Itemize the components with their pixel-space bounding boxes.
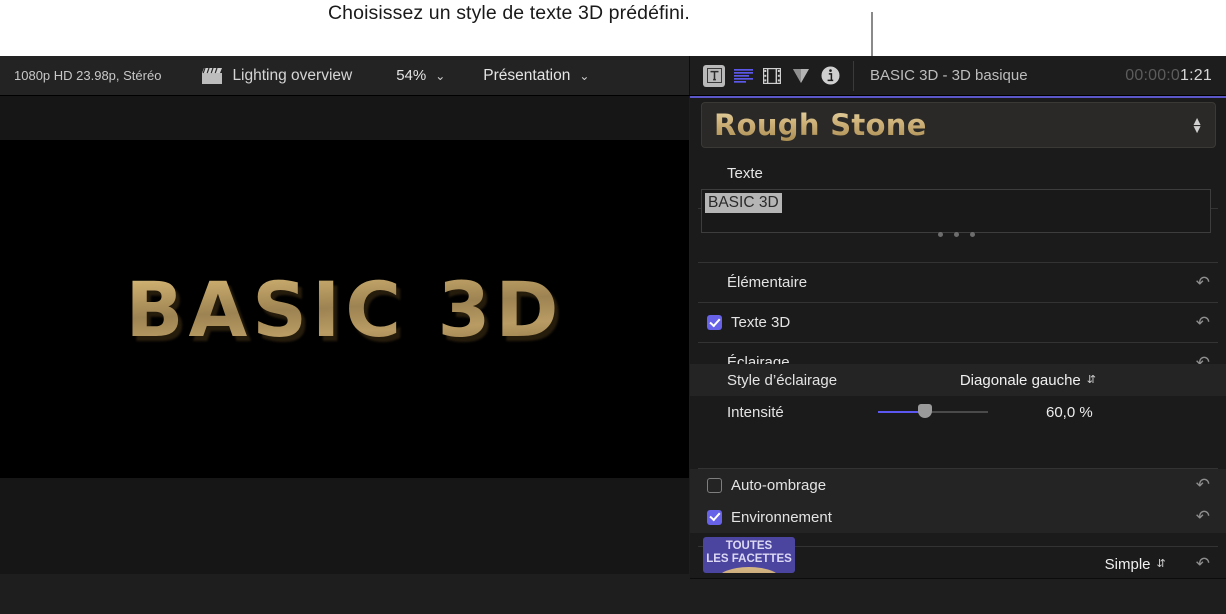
project-name[interactable]: Lighting overview	[232, 67, 352, 85]
callout-band: Choisissez un style de texte 3D prédéfin…	[0, 0, 1226, 56]
row-label-environnement: Environnement	[731, 509, 832, 526]
text-style-preset-popup[interactable]: Rough Stone ▲▼	[701, 102, 1216, 148]
text-pager-dots[interactable]	[938, 232, 975, 237]
row-label-elementaire: Élémentaire	[727, 274, 807, 291]
viewer-canvas[interactable]: BASIC 3D	[0, 140, 689, 478]
row-texte-3d[interactable]: Texte 3D ↶	[690, 303, 1226, 342]
app-window: 1080p HD 23.98p, Stéréo Lighting overvie…	[0, 56, 1226, 614]
rendered-3d-text-value: BASIC 3D	[126, 265, 564, 354]
popup-materiau-value: Simple	[1105, 556, 1151, 573]
viewer-panel: BASIC 3D ⌄	[0, 96, 689, 574]
inspector-accent-line	[690, 96, 1226, 98]
text-input-field[interactable]: BASIC 3D	[701, 189, 1211, 233]
generator-inspector-icon[interactable]	[732, 65, 754, 87]
slider-knob[interactable]	[918, 404, 932, 418]
text-input-value: BASIC 3D	[705, 193, 782, 213]
popup-style-eclairage-value: Diagonale gauche	[960, 372, 1081, 389]
color-inspector-icon[interactable]	[790, 65, 812, 87]
popup-style-eclairage[interactable]: Diagonale gauche ⇵	[960, 372, 1096, 389]
popup-materiau[interactable]: Simple ⇵	[1105, 556, 1166, 573]
chevron-down-icon[interactable]: ⌄	[435, 69, 445, 83]
viewer-top-bar: 1080p HD 23.98p, Stéréo Lighting overvie…	[0, 56, 689, 95]
row-intensite[interactable]: Intensité 60,0 %	[690, 396, 1226, 428]
clip-format-info: 1080p HD 23.98p, Stéréo	[14, 68, 161, 83]
inspector-top-bar: BASIC 3D - 3D basique 00:00:01:21	[690, 56, 1226, 95]
checkbox-environnement[interactable]	[707, 510, 722, 525]
stepper-up-down-icon[interactable]: ▲▼	[1191, 117, 1203, 133]
video-inspector-icon[interactable]	[761, 65, 783, 87]
slider-track[interactable]	[878, 411, 988, 413]
stepper-up-down-icon[interactable]: ⇵	[1157, 559, 1166, 570]
row-label-auto-ombrage: Auto-ombrage	[731, 477, 826, 494]
slider-intensite[interactable]	[878, 396, 988, 428]
preset-name: Rough Stone	[714, 108, 927, 142]
clapperboard-icon	[201, 67, 223, 85]
row-auto-ombrage[interactable]: Auto-ombrage ↶	[690, 469, 1226, 501]
reset-arrow-icon[interactable]: ↶	[1196, 313, 1210, 333]
inspector-timecode-dim: 00:00:0	[1125, 67, 1180, 84]
inspector-clip-title: BASIC 3D - 3D basique	[870, 67, 1028, 84]
inspector-toolbar-divider	[853, 61, 854, 91]
inspector-timecode: 00:00:01:21	[1125, 67, 1212, 85]
row-label-texte-3d: Texte 3D	[731, 314, 790, 331]
inspector-tab-strip	[703, 65, 841, 87]
inspector-bottom-strip	[690, 578, 1226, 614]
row-label-intensite: Intensité	[727, 404, 784, 421]
facet-preset-caption: TOUTES LES FACETTES	[703, 540, 795, 566]
top-bar: 1080p HD 23.98p, Stéréo Lighting overvie…	[0, 56, 1226, 96]
rendered-3d-text: BASIC 3D	[0, 140, 689, 478]
facet-preset-thumbnail	[717, 567, 781, 573]
chevron-down-icon[interactable]: ⌄	[579, 69, 589, 83]
value-intensite[interactable]: 60,0 %	[1046, 396, 1093, 428]
text-field-label: Texte	[727, 165, 763, 182]
inspector-timecode-lit: 1:21	[1180, 67, 1212, 84]
row-elementaire[interactable]: Élémentaire ↶	[690, 263, 1226, 302]
zoom-level-value[interactable]: 54%	[396, 67, 426, 84]
facet-preset-line1: TOUTES	[703, 540, 795, 553]
info-inspector-icon[interactable]	[819, 65, 841, 87]
row-label-style-eclairage: Style d’éclairage	[727, 372, 837, 389]
reset-arrow-icon[interactable]: ↶	[1196, 475, 1210, 495]
callout-text: Choisissez un style de texte 3D prédéfin…	[328, 2, 690, 25]
row-style-eclairage[interactable]: Style d’éclairage Diagonale gauche ⇵	[690, 364, 1226, 396]
row-environnement[interactable]: Environnement ↶	[690, 501, 1226, 533]
stepper-up-down-icon[interactable]: ⇵	[1087, 375, 1096, 386]
text-inspector-icon[interactable]	[703, 65, 725, 87]
checkbox-texte-3d[interactable]	[707, 315, 722, 330]
reset-arrow-icon[interactable]: ↶	[1196, 554, 1210, 574]
view-menu-label[interactable]: Présentation	[483, 67, 570, 85]
checkbox-auto-ombrage[interactable]	[707, 478, 722, 493]
facet-preset-button[interactable]: TOUTES LES FACETTES	[703, 537, 795, 573]
reset-arrow-icon[interactable]: ↶	[1196, 507, 1210, 527]
reset-arrow-icon[interactable]: ↶	[1196, 273, 1210, 293]
facet-preset-line2: LES FACETTES	[703, 553, 795, 566]
screenshot-root: Choisissez un style de texte 3D prédéfin…	[0, 0, 1226, 614]
